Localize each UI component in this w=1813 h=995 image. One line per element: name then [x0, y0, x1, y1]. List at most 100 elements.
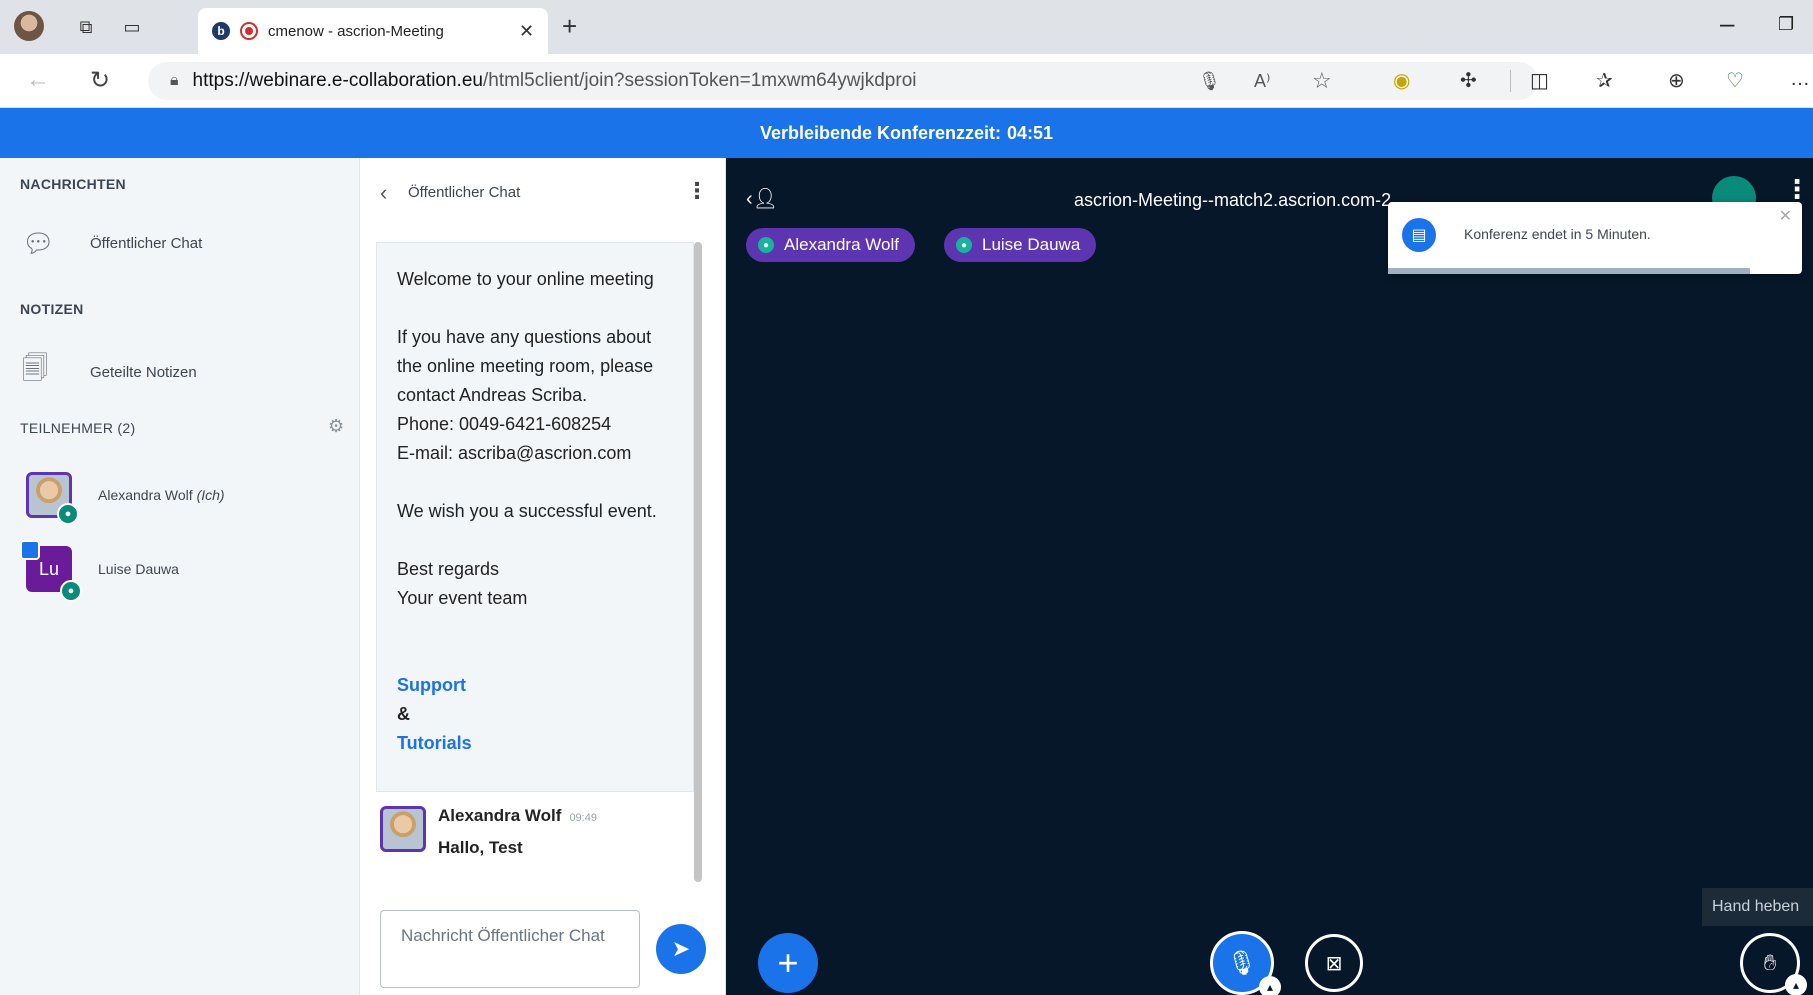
- address-bar[interactable]: 🔒︎ https://webinare.e-collaboration.eu/h…: [148, 62, 1538, 100]
- toast-message: Konferenz endet in 5 Minuten.: [1464, 226, 1651, 242]
- remaining-time-banner: Verbleibende Konferenzzeit: 04:51: [0, 108, 1813, 158]
- talking-indicator[interactable]: ● Luise Dauwa: [944, 228, 1097, 262]
- favorites-icon[interactable]: ✰: [1596, 68, 1613, 93]
- presenter-icon: [20, 540, 40, 560]
- welcome-contact: If you have any questions about the onli…: [397, 327, 654, 463]
- notes-header: NOTIZEN: [20, 301, 84, 317]
- links-separator: &: [397, 704, 410, 724]
- mic-icon: ●: [956, 237, 972, 253]
- mic-on-icon: ●: [60, 580, 82, 602]
- send-arrow-icon: ➤: [671, 936, 691, 961]
- welcome-wish: We wish you a successful event.: [397, 501, 657, 521]
- extensions-icon[interactable]: ✣: [1460, 68, 1477, 93]
- send-message-button[interactable]: ➤: [656, 924, 706, 974]
- sidebar-item-label: Geteilte Notizen: [90, 363, 197, 381]
- reload-icon[interactable]: ↻: [90, 66, 110, 95]
- hide-chat-chevron-icon[interactable]: ‹: [380, 180, 387, 206]
- avatar: ●: [26, 472, 79, 525]
- favorite-star-icon[interactable]: ☆: [1312, 62, 1332, 100]
- banner-time: 04:51: [1007, 122, 1054, 143]
- participant-name: Luise Dauwa: [98, 561, 179, 577]
- chat-bubbles-icon: 💬︎: [22, 228, 56, 258]
- mute-microphone-button[interactable]: 🎙︎ ▴: [1210, 931, 1281, 995]
- microphone-permission-icon[interactable]: 🎙︎: [1198, 62, 1221, 100]
- support-link[interactable]: Support: [397, 675, 466, 695]
- browser-tab[interactable]: b cmenow - ascrion-Meeting ✕: [198, 8, 548, 54]
- sidebar-item-public-chat[interactable]: 💬︎ Öffentlicher Chat: [22, 228, 202, 259]
- message-time: 09:49: [569, 812, 597, 824]
- meeting-title: ascrion-Meeting--match2.ascrion.com-2: [1074, 190, 1392, 210]
- notes-document-icon: 🗐︎: [22, 353, 48, 383]
- sidebar: NACHRICHTEN 💬︎ Öffentlicher Chat NOTIZEN…: [0, 158, 360, 995]
- chat-scrollbar[interactable]: [694, 242, 702, 882]
- message-author: Alexandra Wolf 09:49: [438, 806, 597, 825]
- chat-panel: ‹ Öffentlicher Chat ⋮ Welcome to your on…: [360, 158, 726, 995]
- options-kebab-icon[interactable]: ⋮: [1784, 174, 1810, 205]
- sidebar-item-label: Öffentlicher Chat: [90, 235, 203, 252]
- conference-ending-toast: ▤ Konferenz endet in 5 Minuten. ✕: [1388, 202, 1802, 274]
- tab-title: cmenow - ascrion-Meeting: [268, 22, 444, 40]
- split-screen-icon[interactable]: ◫: [1530, 68, 1549, 93]
- back-arrow-icon[interactable]: ←: [26, 66, 50, 94]
- extension-shield-icon[interactable]: ◉: [1393, 68, 1410, 93]
- tutorials-link[interactable]: Tutorials: [397, 733, 472, 753]
- meeting-area: ‹👤︎ ascrion-Meeting--match2.ascrion.com-…: [726, 158, 1813, 995]
- participant-item[interactable]: Lu ● Luise Dauwa: [20, 540, 179, 602]
- avatar: Lu ●: [20, 540, 82, 602]
- participants-settings-gear-icon[interactable]: ⚙: [328, 416, 344, 437]
- site-favicon-icon: b: [212, 22, 230, 40]
- avatar-initials: Lu: [38, 558, 60, 579]
- welcome-line: Welcome to your online meeting: [397, 269, 654, 289]
- welcome-message: Welcome to your online meeting If you ha…: [376, 242, 694, 792]
- talker-name: Alexandra Wolf: [784, 235, 899, 254]
- talker-name: Luise Dauwa: [982, 235, 1081, 254]
- chat-title[interactable]: Öffentlicher Chat: [408, 184, 520, 201]
- banner-label: Verbleibende Konferenzzeit:: [759, 122, 1001, 143]
- sidebar-item-shared-notes[interactable]: 🗐︎ Geteilte Notizen: [22, 350, 197, 394]
- toast-progress-bar: [1388, 268, 1750, 274]
- avatar: [380, 806, 426, 852]
- audio-options-caret-icon[interactable]: ▴: [1259, 976, 1281, 995]
- raise-hand-tooltip: Hand heben: [1702, 888, 1813, 926]
- chat-message-input[interactable]: Nachricht Öffentlicher Chat: [380, 910, 640, 988]
- camera-off-icon: ⊠: [1325, 952, 1343, 975]
- toast-close-icon[interactable]: ✕: [1779, 206, 1792, 226]
- profile-avatar-icon[interactable]: [14, 11, 44, 41]
- minimize-icon[interactable]: –: [1720, 8, 1734, 39]
- chat-message: Alexandra Wolf 09:49 Hallo, Test: [380, 806, 597, 858]
- microphone-icon: 🎙︎: [1226, 949, 1258, 977]
- hand-icon: ✋︎: [1763, 950, 1777, 975]
- toolbar-divider: [1510, 70, 1511, 92]
- chat-options-kebab-icon[interactable]: ⋮: [686, 178, 708, 204]
- talking-indicator[interactable]: ● Alexandra Wolf: [746, 228, 915, 262]
- restore-window-icon[interactable]: ❐: [1778, 14, 1794, 35]
- read-aloud-icon[interactable]: A⁾: [1254, 62, 1270, 100]
- more-menu-icon[interactable]: …: [1790, 68, 1810, 91]
- browser-essentials-icon[interactable]: ♡: [1726, 68, 1744, 93]
- messages-header: NACHRICHTEN: [20, 176, 126, 192]
- actions-plus-button[interactable]: +: [758, 933, 818, 993]
- message-text: Hallo, Test: [438, 838, 523, 857]
- url-text[interactable]: https://webinare.e-collaboration.eu/html…: [193, 70, 917, 92]
- calendar-icon: ▤: [1402, 218, 1436, 252]
- reactions-caret-icon[interactable]: ▴: [1785, 974, 1807, 995]
- welcome-links: Support & Tutorials: [397, 642, 673, 758]
- raise-hand-button[interactable]: ✋︎ ▴: [1740, 933, 1807, 995]
- lock-icon: 🔒︎: [170, 72, 179, 89]
- participant-name: Alexandra Wolf (Ich): [98, 487, 225, 503]
- browser-tab-bar: ⧉ ▭ b cmenow - ascrion-Meeting ✕ + – ❐: [0, 0, 1813, 54]
- share-webcam-button[interactable]: ⊠: [1305, 934, 1363, 992]
- plus-icon: +: [777, 942, 799, 983]
- toggle-userlist-icon[interactable]: ‹👤︎: [746, 186, 778, 211]
- tab-actions-icon[interactable]: ▭: [118, 13, 146, 41]
- collections-icon[interactable]: ⊕: [1668, 68, 1685, 93]
- new-tab-icon[interactable]: +: [562, 11, 577, 42]
- address-toolbar: ← ↻ 🔒︎ https://webinare.e-collaboration.…: [0, 54, 1813, 108]
- welcome-regards: Best regards Your event team: [397, 559, 528, 608]
- tab-close-icon[interactable]: ✕: [519, 21, 534, 42]
- mic-on-icon: ●: [57, 503, 79, 525]
- recording-icon: [240, 22, 258, 40]
- mic-icon: ●: [758, 237, 774, 253]
- participant-item[interactable]: ● Alexandra Wolf (Ich): [26, 472, 225, 525]
- workspaces-icon[interactable]: ⧉: [72, 13, 100, 41]
